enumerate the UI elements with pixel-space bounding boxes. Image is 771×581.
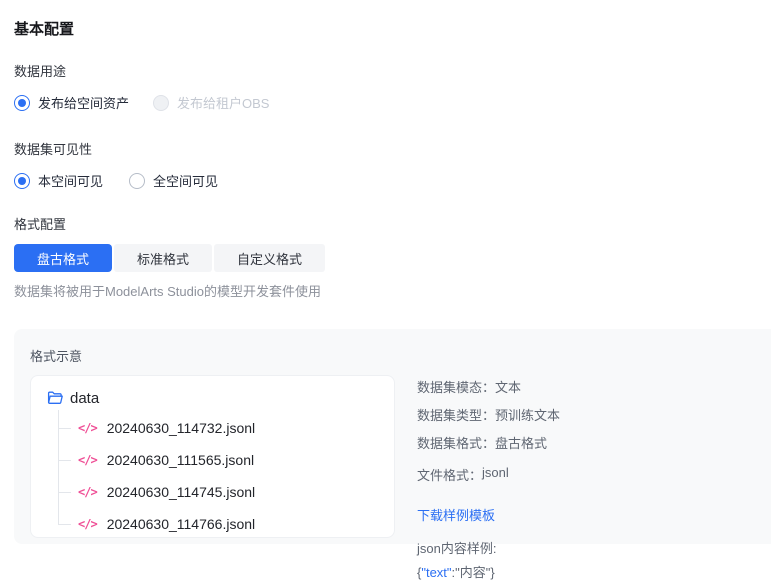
format-preview-panel: 格式示意 data </> 20240630_114732.jsonl </> … bbox=[14, 329, 771, 580]
meta-type: 数据集类型： 预训练文本 bbox=[417, 405, 560, 424]
meta-format: 数据集格式： 盘古格式 bbox=[417, 433, 560, 452]
format-config-label: 格式配置 bbox=[14, 217, 67, 232]
meta-label: 数据集模态： bbox=[417, 380, 496, 395]
tree-file-row: </> 20240630_114745.jsonl bbox=[58, 476, 378, 508]
file-name: 20240630_114766.jsonl bbox=[106, 516, 256, 532]
meta-label: 数据集格式： bbox=[417, 436, 496, 451]
radio-label: 本空间可见 bbox=[38, 174, 104, 189]
folder-name: data bbox=[70, 389, 100, 407]
meta-value: 盘古格式 bbox=[495, 436, 548, 451]
json-key: "text" bbox=[421, 565, 452, 580]
radio-selected-icon[interactable] bbox=[14, 172, 30, 189]
visibility-radio-group: 本空间可见 全空间可见 bbox=[14, 171, 771, 190]
tree-children: </> 20240630_114732.jsonl </> 20240630_1… bbox=[58, 410, 378, 540]
code-file-icon: </> bbox=[78, 453, 98, 467]
basic-config-page: 基本配置 数据用途 发布给空间资产 发布给租户OBS 数据集可见性 本空间可见 … bbox=[0, 18, 771, 580]
tab-custom-format[interactable]: 自定义格式 bbox=[214, 244, 326, 272]
format-tabs: 盘古格式 标准格式 自定义格式 bbox=[14, 244, 771, 272]
tree-folder-row: data bbox=[47, 384, 378, 412]
radio-selected-icon[interactable] bbox=[14, 94, 30, 111]
meta-value: 预训练文本 bbox=[495, 408, 561, 423]
file-name: 20240630_114732.jsonl bbox=[106, 420, 256, 436]
radio-publish-space-asset[interactable]: 发布给空间资产 bbox=[14, 93, 129, 112]
tree-file-row: </> 20240630_111565.jsonl bbox=[58, 444, 378, 476]
meta-label: 数据集类型： bbox=[417, 408, 496, 423]
download-sample-template-link[interactable]: 下载样例模板 bbox=[417, 505, 495, 524]
file-name: 20240630_114745.jsonl bbox=[106, 484, 256, 500]
tab-standard-format[interactable]: 标准格式 bbox=[114, 244, 213, 272]
code-file-icon: </> bbox=[78, 421, 98, 435]
radio-visible-all-spaces[interactable]: 全空间可见 bbox=[129, 171, 218, 190]
json-rest: :"内容"} bbox=[451, 565, 495, 580]
tab-pangu-format[interactable]: 盘古格式 bbox=[14, 244, 113, 272]
radio-label: 全空间可见 bbox=[153, 174, 219, 189]
file-tree-card: data </> 20240630_114732.jsonl </> 20240… bbox=[30, 375, 395, 538]
radio-publish-tenant-obs: 发布给租户OBS bbox=[153, 93, 269, 112]
data-usage-label: 数据用途 bbox=[14, 64, 67, 79]
radio-disabled-icon bbox=[153, 94, 170, 111]
meta-value: jsonl bbox=[482, 465, 509, 480]
visibility-label: 数据集可见性 bbox=[14, 142, 93, 157]
code-file-icon: </> bbox=[78, 485, 98, 499]
dataset-meta-column: 数据集模态： 文本 数据集类型： 预训练文本 数据集格式： 盘古格式 文件格式： jso… bbox=[417, 375, 560, 581]
radio-label: 发布给租户OBS bbox=[177, 96, 270, 111]
code-file-icon: </> bbox=[78, 517, 98, 531]
meta-value: 文本 bbox=[495, 380, 522, 395]
radio-unselected-icon[interactable] bbox=[129, 172, 146, 189]
json-sample-code: {"text":"内容"} bbox=[417, 562, 560, 581]
radio-visible-this-space[interactable]: 本空间可见 bbox=[14, 171, 103, 190]
preview-title: 格式示意 bbox=[30, 349, 83, 364]
tree-file-row: </> 20240630_114732.jsonl bbox=[58, 412, 378, 444]
format-helper-text: 数据集将被用于ModelArts Studio的模型开发套件使用 bbox=[14, 284, 321, 299]
meta-modality: 数据集模态： 文本 bbox=[417, 377, 560, 396]
meta-file-format: 文件格式： jsonl bbox=[417, 465, 560, 484]
radio-label: 发布给空间资产 bbox=[38, 96, 130, 111]
meta-label: 文件格式： bbox=[417, 468, 483, 483]
data-usage-radio-group: 发布给空间资产 发布给租户OBS bbox=[14, 93, 771, 112]
file-name: 20240630_111565.jsonl bbox=[106, 452, 255, 468]
tree-file-row: </> 20240630_114766.jsonl bbox=[58, 508, 378, 540]
json-sample-label: json内容样例: bbox=[417, 541, 497, 556]
folder-icon bbox=[47, 390, 63, 406]
page-title: 基本配置 bbox=[14, 21, 75, 38]
